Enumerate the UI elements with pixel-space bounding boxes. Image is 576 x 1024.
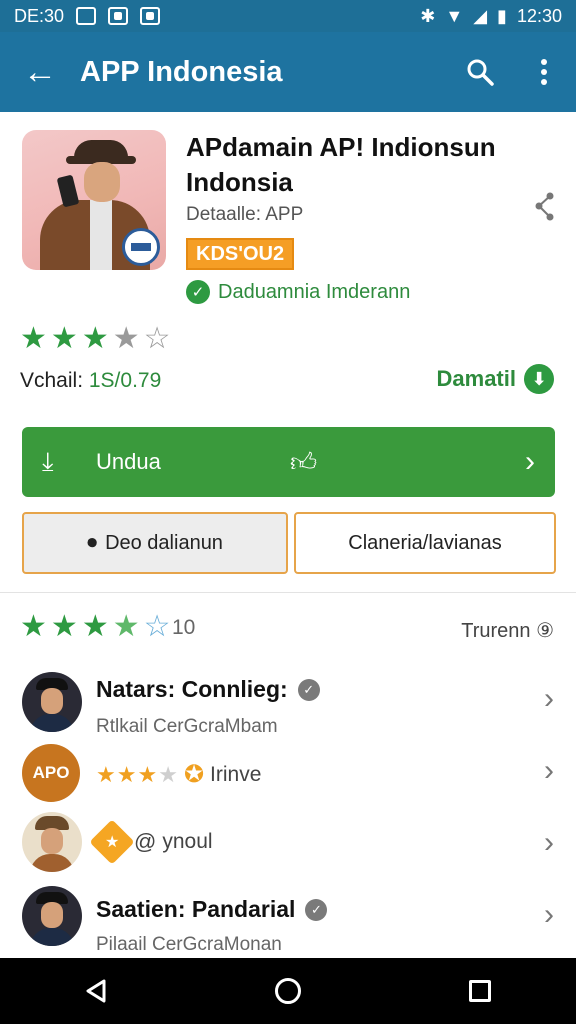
avatar: APO [22, 744, 80, 802]
star-empty-icon: ☆ [143, 610, 171, 643]
star-full-icon: ★ [50, 610, 78, 643]
badge-icon [122, 228, 160, 266]
reviewer-name-row: Saatien: Pandarial ✓ [96, 896, 328, 923]
review-inline-text: ynoul [162, 830, 213, 853]
version-value: 1S/0.79 [88, 369, 162, 392]
share-button[interactable] [532, 190, 558, 224]
reviewer-name-row: Natars: Connlieg: ✓ [96, 676, 320, 703]
arrow-left-icon: ← [23, 52, 57, 91]
badge-icon: ★ [89, 819, 135, 865]
nav-back-button[interactable] [66, 961, 126, 1021]
version-info: Vchail: 1S/0.79 [20, 369, 161, 393]
chevron-right-icon: › [544, 682, 554, 715]
triangle-back-icon [86, 979, 106, 1003]
app-tag-badge: KDS'OU2 [186, 238, 295, 270]
chevron-right-icon: › [544, 754, 554, 787]
signal-icon: ◢ [473, 5, 488, 26]
developer-link[interactable]: ✓ Daduamnia Imderann [186, 280, 410, 304]
verified-icon: ✓ [305, 898, 328, 921]
star-half-icon: ★ [112, 322, 140, 355]
app-header: APdamain AP! Indionsun Indonsia Detaalle… [0, 112, 576, 592]
reviews-header: ★ ★ ★ ★ ☆ 10 Trurenn ⑨ [0, 604, 576, 654]
avatar [22, 672, 82, 732]
reviews-rating-stars: ★ ★ ★ ★ ☆ [20, 612, 171, 642]
more-options-button[interactable] [512, 32, 576, 112]
notification-icon [76, 7, 97, 25]
system-nav-bar [0, 958, 576, 1024]
star-half-icon: ★ [112, 610, 140, 643]
review-rating-row: ★ ★ ★ ★ ✪ Irinve [96, 760, 261, 789]
star-full-icon: ★ [81, 610, 109, 643]
star-full-icon: ★ [20, 610, 47, 643]
app-bar: ← APP Indonesia [0, 32, 576, 112]
secondary-left-button[interactable]: ⏺ Deo dalianun [22, 512, 288, 574]
battery-icon: ▮ [497, 5, 507, 26]
notification-icon [140, 7, 161, 25]
verified-check-icon: ✓ [186, 280, 210, 304]
notification-icon [108, 7, 129, 25]
developer-name: Daduamnia Imderann [218, 280, 411, 303]
star-empty-icon: ☆ [143, 322, 171, 355]
secondary-right-label: Claneria/lavianas [348, 531, 502, 554]
review-item[interactable]: ★ @ ynoul › [0, 812, 576, 876]
download-link-label: Damatil [436, 366, 516, 391]
share-icon [535, 192, 554, 221]
download-circle-icon: ⬇ [524, 364, 554, 394]
review-rating-row: ★ @ ynoul [89, 819, 213, 865]
secondary-right-button[interactable]: Claneria/lavianas [294, 512, 556, 574]
download-link[interactable]: Damatil ⬇ [437, 364, 554, 394]
more-vert-icon [541, 59, 547, 85]
at-icon: @ [134, 829, 157, 854]
review-inline-text: Irinve [210, 762, 262, 786]
info-circle-icon: ⏺ [87, 531, 98, 554]
status-bar: DE:30 ✱ ▼ ◢ ▮ 12:30 [0, 0, 576, 32]
verified-icon: ✓ [297, 678, 320, 701]
chevron-right-icon: › [525, 445, 535, 478]
status-time-right: 12:30 [516, 5, 562, 26]
nav-home-button[interactable] [258, 961, 318, 1021]
app-name: APdamain AP! Indionsun Indonsia [186, 132, 496, 197]
app-rating-stars: ★ ★ ★ ★ ☆ [20, 324, 171, 354]
app-subtitle: Detaalle: APP [186, 204, 304, 225]
chevron-right-icon: › [544, 898, 554, 931]
review-item[interactable]: Saatien: Pandarial ✓ Pilaail CerGcraMona… [0, 882, 576, 958]
app-icon [22, 130, 166, 270]
review-stars: ★ ★ ★ ★ [96, 761, 178, 787]
avatar [22, 886, 82, 946]
reviewer-name: Saatien: Pandarial [96, 896, 296, 922]
gear-icon: ✪ [183, 761, 205, 788]
bluetooth-icon: ✱ [420, 5, 436, 26]
review-item[interactable]: Natars: Connlieg: ✓ Rtlkail CerGcraMbam … [0, 666, 576, 740]
back-button[interactable]: ← [0, 32, 80, 112]
avatar [22, 812, 82, 872]
star-full-icon: ★ [50, 322, 78, 355]
search-button[interactable] [448, 32, 512, 112]
star-full-icon: ★ [20, 322, 47, 355]
reviewer-subtitle: Pilaail CerGcraMonan [96, 934, 282, 955]
page-title: APP Indonesia [80, 55, 283, 88]
nav-recents-button[interactable] [450, 961, 510, 1021]
avatar-text: APO [32, 763, 70, 782]
chevron-right-icon: › [544, 826, 554, 859]
reviews-sort-label[interactable]: Trurenn ⑨ [461, 618, 554, 643]
circle-home-icon [275, 978, 301, 1004]
version-label: Vchail: [20, 369, 84, 392]
secondary-left-label: Deo dalianun [105, 531, 223, 554]
star-full-icon: ★ [81, 322, 109, 355]
reviewer-subtitle: Rtlkail CerGcraMbam [96, 716, 278, 737]
review-item[interactable]: APO ★ ★ ★ ★ ✪ Irinve › [0, 744, 576, 804]
install-button[interactable]: ⤓ Undua 👍︎ › [22, 427, 555, 497]
search-icon [467, 59, 494, 86]
divider [0, 592, 576, 593]
review-count: 10 [172, 616, 196, 639]
reviewer-name: Natars: Connlieg: [96, 676, 288, 702]
square-recents-icon [469, 980, 491, 1002]
download-tray-icon: ⤓ [42, 446, 54, 476]
thumbs-up-icon: 👍︎ [290, 447, 318, 477]
status-time-left: DE:30 [14, 5, 65, 26]
wifi-icon: ▼ [445, 5, 464, 26]
